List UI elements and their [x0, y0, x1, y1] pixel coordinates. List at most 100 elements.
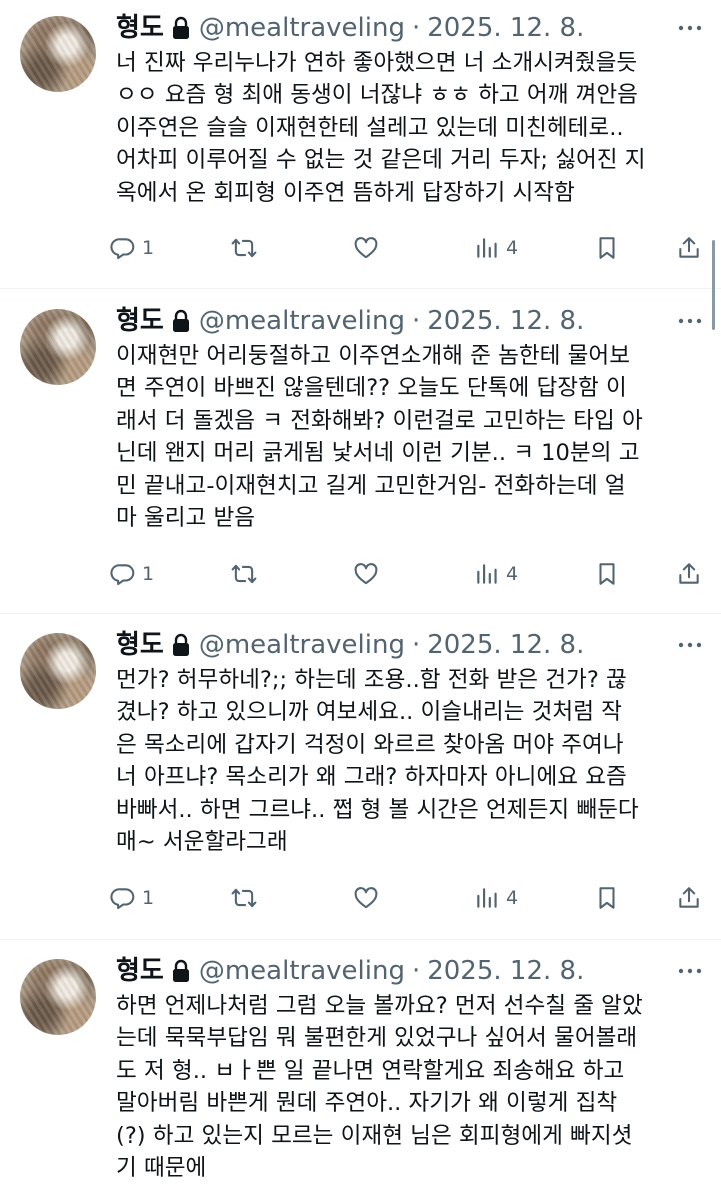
reply-button[interactable]: 1 — [110, 235, 154, 261]
share-button[interactable] — [676, 885, 702, 911]
retweet-icon — [231, 561, 257, 587]
timestamp[interactable]: 2025. 12. 8. — [427, 629, 584, 661]
text-line: 래서 더 돌겠음 ㅋ 전화해봐? 이런걸로 고민하는 타입 아 — [116, 407, 643, 434]
tweet-text: 이재현만 어리둥절하고 이주연소개해 준 놈한테 물어보 면 주연이 바쁘진 않… — [116, 340, 706, 534]
display-name[interactable]: 형도 — [116, 955, 164, 987]
reply-icon — [110, 885, 136, 911]
text-line: 면 주연이 바쁘진 않을텐데?? 오늘도 단톡에 답장함 이 — [116, 375, 627, 402]
heart-icon — [353, 235, 379, 261]
display-name[interactable]: 형도 — [116, 12, 164, 44]
tweet-text: 하면 언제나처럼 그럼 오늘 볼까요? 먼저 선수칠 줄 알았 는데 묵묵부답임… — [116, 990, 706, 1184]
tweet-header: 형도 @mealtraveling · 2025. 12. 8. — [116, 12, 584, 44]
lock-icon — [171, 16, 191, 40]
retweet-button[interactable] — [231, 235, 257, 261]
bookmark-button[interactable] — [594, 561, 620, 587]
reply-button[interactable]: 1 — [110, 561, 154, 587]
text-line: 바빠서.. 하면 그르냐.. 쩝 형 볼 시간은 언제든지 빼둔다 — [116, 796, 639, 823]
bookmark-icon — [594, 885, 620, 911]
more-icon[interactable] — [677, 959, 703, 983]
avatar[interactable] — [20, 309, 96, 385]
username-handle[interactable]: @mealtraveling — [199, 955, 405, 987]
separator-dot: · — [411, 13, 421, 43]
views-button[interactable]: 4 — [474, 235, 518, 261]
separator-dot: · — [411, 306, 421, 336]
share-button[interactable] — [676, 561, 702, 587]
tweet[interactable]: 형도 @mealtraveling · 2025. 12. 8. 이재현만 어리… — [0, 293, 721, 614]
tweet-text: 먼가? 허무하네?;; 하는데 조용..함 전화 받은 건가? 끊 겼나? 하고… — [116, 664, 706, 858]
reply-count: 1 — [142, 237, 155, 259]
reply-icon — [110, 235, 136, 261]
bookmark-icon — [594, 235, 620, 261]
reply-count: 1 — [142, 887, 155, 909]
username-handle[interactable]: @mealtraveling — [199, 305, 405, 337]
lock-icon — [171, 959, 191, 983]
text-line: 먼가? 허무하네?;; 하는데 조용..함 전화 받은 건가? 끊 — [116, 667, 627, 693]
tweet-header: 형도 @mealtraveling · 2025. 12. 8. — [116, 305, 584, 337]
reply-count: 1 — [142, 563, 155, 585]
tweet[interactable]: 형도 @mealtraveling · 2025. 12. 8. 하면 언제나처… — [0, 943, 721, 1200]
more-icon[interactable] — [677, 16, 703, 40]
heart-icon — [353, 885, 379, 911]
separator-dot: · — [411, 630, 421, 660]
action-bar: 1 4 — [110, 558, 710, 590]
tweet-header: 형도 @mealtraveling · 2025. 12. 8. — [116, 955, 584, 987]
lock-icon — [171, 309, 191, 333]
bookmark-icon — [594, 561, 620, 587]
share-icon — [676, 561, 702, 587]
heart-icon — [353, 561, 379, 587]
like-button[interactable] — [353, 885, 379, 911]
views-count: 4 — [506, 887, 519, 909]
username-handle[interactable]: @mealtraveling — [199, 629, 405, 661]
more-icon[interactable] — [677, 633, 703, 657]
tweet[interactable]: 형도 @mealtraveling · 2025. 12. 8. 너 진짜 우리… — [0, 0, 721, 289]
separator-dot: · — [411, 956, 421, 986]
views-count: 4 — [506, 563, 519, 585]
display-name[interactable]: 형도 — [116, 629, 164, 661]
username-handle[interactable]: @mealtraveling — [199, 12, 405, 44]
text-line: ㅇㅇ 요즘 형 최애 동생이 너잖냐 ㅎㅎ 하고 어깨 껴안음 — [116, 82, 638, 109]
avatar[interactable] — [20, 633, 96, 709]
text-line: 은 목소리에 갑자기 걱정이 와르르 찾아옴 머야 주여나 — [116, 731, 624, 758]
text-line: 말아버림 바쁜게 뭔데 주연아.. 자기가 왜 이렇게 집착 — [116, 1090, 618, 1117]
views-button[interactable]: 4 — [474, 885, 518, 911]
avatar[interactable] — [20, 959, 96, 1035]
text-line: 기 때문에 — [116, 1155, 207, 1182]
retweet-button[interactable] — [231, 561, 257, 587]
text-line: 이주연은 슬슬 이재현한테 설레고 있는데 미친헤테로.. — [116, 114, 624, 141]
timestamp[interactable]: 2025. 12. 8. — [427, 305, 584, 337]
like-button[interactable] — [353, 235, 379, 261]
text-line: 는데 묵묵부답임 뭐 불편한게 있었구나 싶어서 물어볼래 — [116, 1025, 638, 1052]
text-line: 너 진짜 우리누나가 연하 좋아했으면 너 소개시켜줬을듯 — [116, 50, 638, 76]
text-line: 옥에서 온 회피형 이주연 뜸하게 답장하기 시작함 — [116, 179, 575, 206]
views-count: 4 — [506, 237, 519, 259]
tweet[interactable]: 형도 @mealtraveling · 2025. 12. 8. 먼가? 허무하… — [0, 617, 721, 940]
timestamp[interactable]: 2025. 12. 8. — [427, 955, 584, 987]
avatar[interactable] — [20, 16, 96, 92]
bookmark-button[interactable] — [594, 235, 620, 261]
share-button[interactable] — [676, 235, 702, 261]
lock-icon — [171, 633, 191, 657]
reply-icon — [110, 561, 136, 587]
text-line: 겼나? 하고 있으니까 여보세요.. 이슬내리는 것처럼 작 — [116, 699, 622, 726]
views-icon — [474, 561, 500, 587]
reply-button[interactable]: 1 — [110, 885, 154, 911]
text-line: 이재현만 어리둥절하고 이주연소개해 준 놈한테 물어보 — [116, 343, 630, 369]
text-line: 도 저 형.. ㅂㅏ쁜 일 끝나면 연락할게요 죄송해요 하고 — [116, 1057, 625, 1084]
share-icon — [676, 885, 702, 911]
action-bar: 1 4 — [110, 882, 710, 914]
text-line: 매~ 서운할라그래 — [116, 829, 288, 856]
timestamp[interactable]: 2025. 12. 8. — [427, 12, 584, 44]
bookmark-button[interactable] — [594, 885, 620, 911]
text-line: 마 울리고 받음 — [116, 505, 256, 532]
views-icon — [474, 235, 500, 261]
share-icon — [676, 235, 702, 261]
display-name[interactable]: 형도 — [116, 305, 164, 337]
more-icon[interactable] — [677, 309, 703, 333]
like-button[interactable] — [353, 561, 379, 587]
text-line: 너 아프냐? 목소리가 왜 그래? 하자마자 아니에요 요즘 — [116, 764, 627, 791]
views-button[interactable]: 4 — [474, 561, 518, 587]
text-line: 하면 언제나처럼 그럼 오늘 볼까요? 먼저 선수칠 줄 알았 — [116, 993, 643, 1019]
timeline: 형도 @mealtraveling · 2025. 12. 8. 너 진짜 우리… — [0, 0, 721, 1200]
retweet-button[interactable] — [231, 885, 257, 911]
scrollbar[interactable] — [712, 240, 715, 330]
